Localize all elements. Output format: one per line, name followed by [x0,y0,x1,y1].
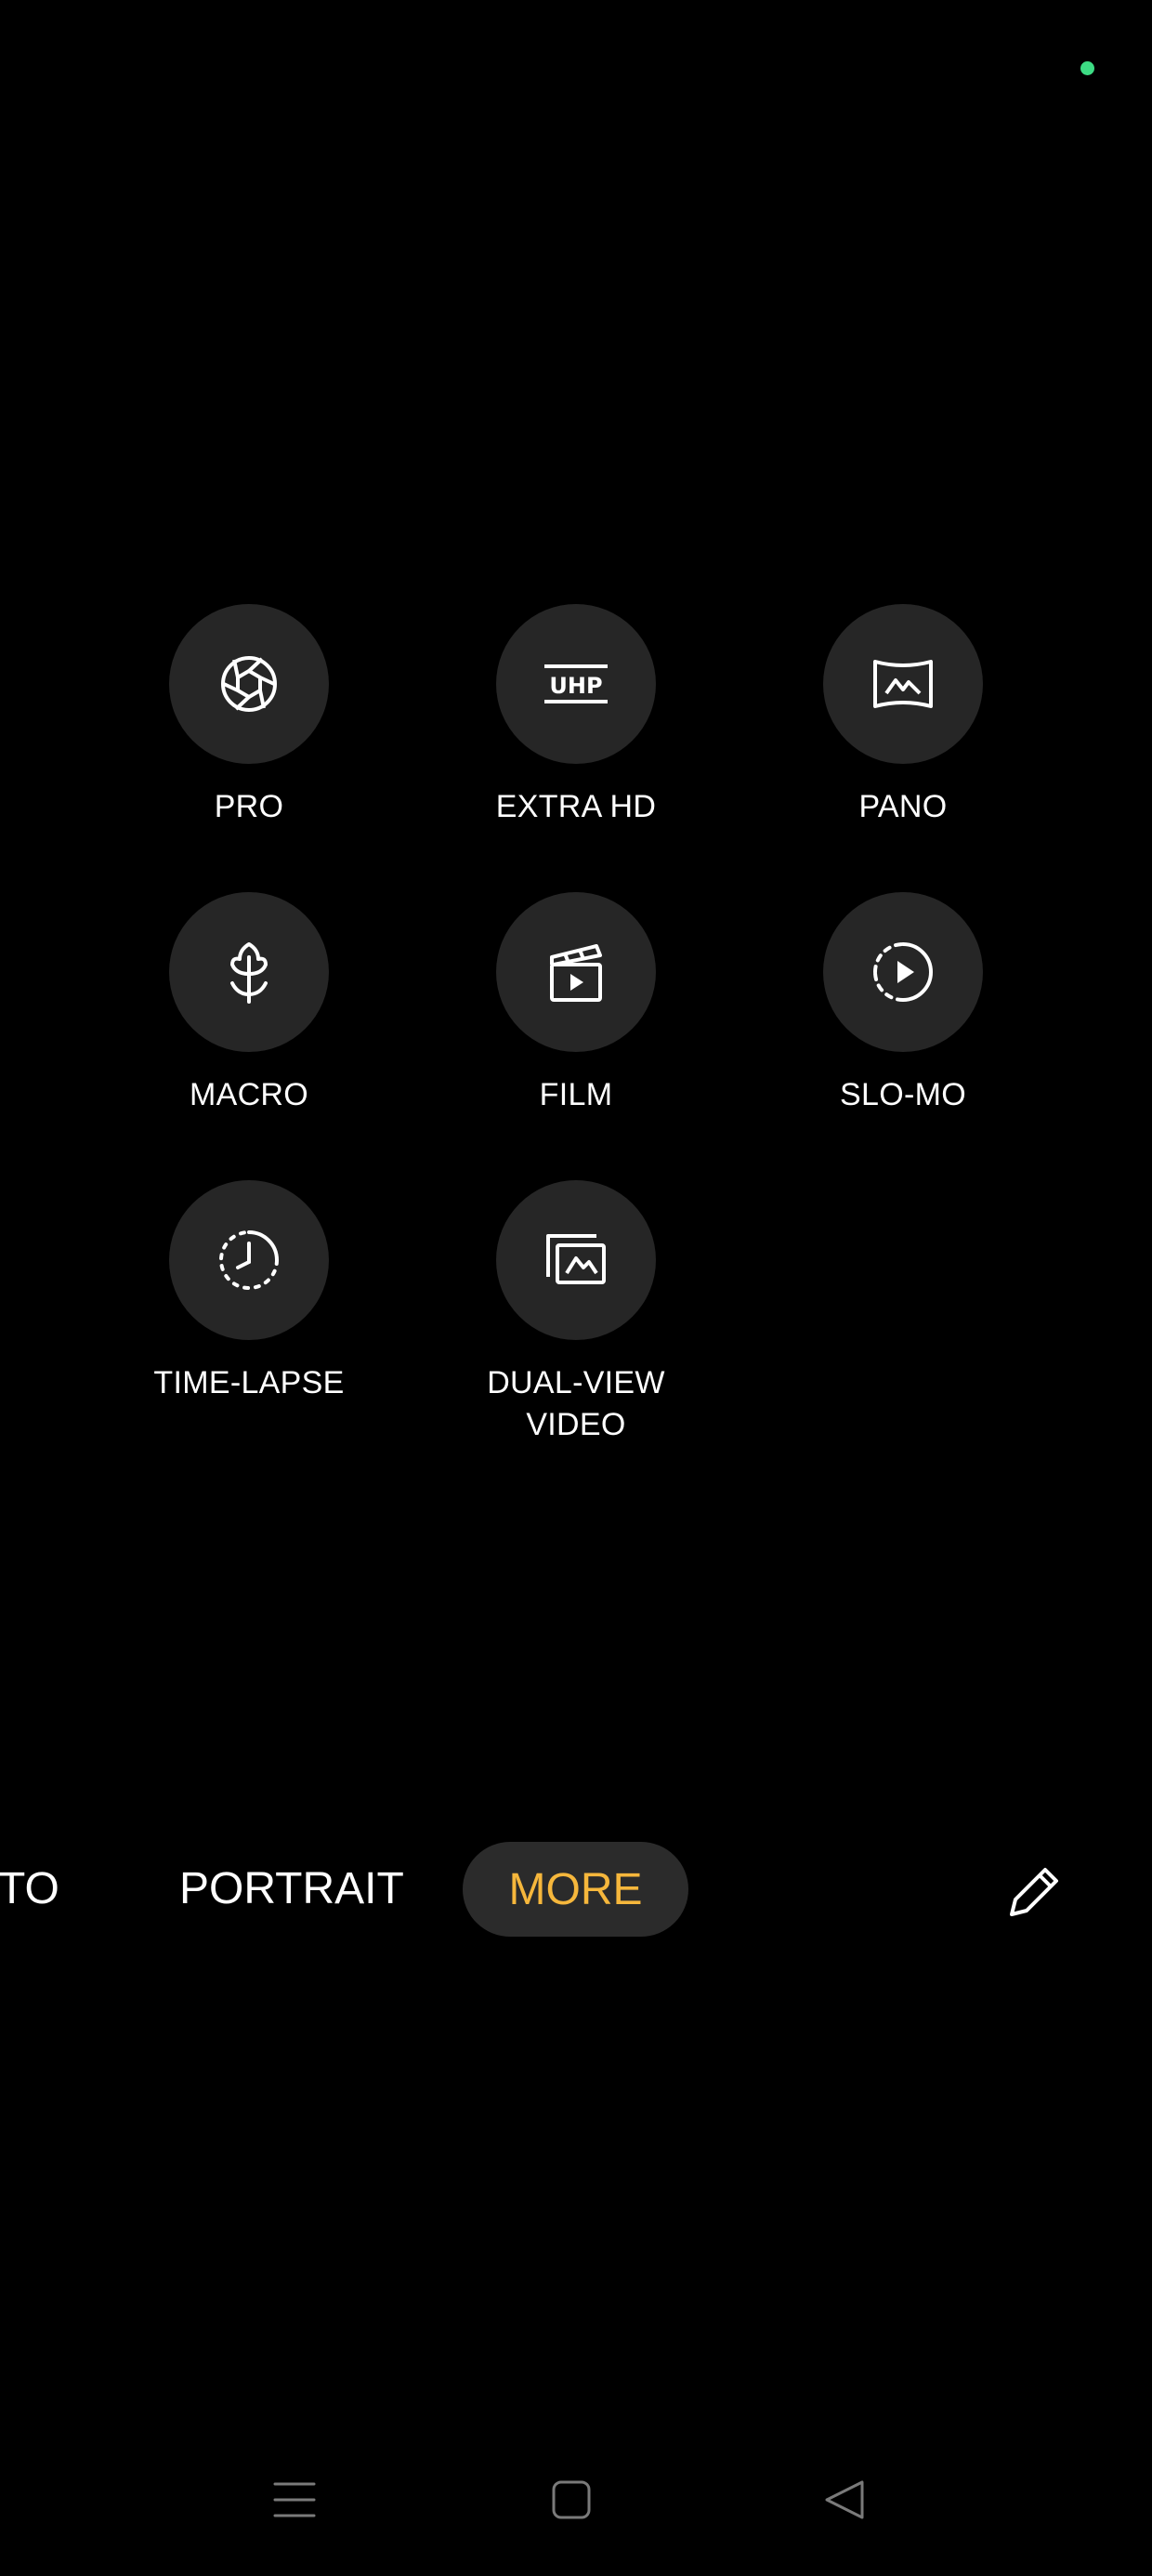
mode-circle[interactable]: UHP [496,604,656,764]
mode-more[interactable]: MORE [463,1842,688,1937]
mode-circle[interactable] [169,1180,329,1340]
mode-label: PRO [214,789,284,824]
mode-circle[interactable] [496,892,656,1052]
mode-tile-pro[interactable]: PRO [110,604,388,828]
mode-circle[interactable] [823,892,983,1052]
mode-circle[interactable] [169,892,329,1052]
clapperboard-icon [550,944,602,1002]
mode-tile-extra-hd[interactable]: UHP EXTRA HD [437,604,715,828]
mode-label: MACRO [189,1077,309,1112]
mode-circle[interactable] [823,604,983,764]
timelapse-icon [219,1230,279,1290]
mode-tile-dual-view-video[interactable]: DUAL-VIEW VIDEO [437,1180,715,1446]
slow-motion-icon [873,942,933,1002]
panorama-icon [873,660,933,708]
svg-text:UHP: UHP [549,673,602,699]
mode-photo[interactable]: TO [0,1863,59,1915]
mode-more-label: MORE [508,1864,643,1914]
mode-tile-macro[interactable]: MACRO [110,892,388,1116]
aperture-icon [221,656,277,712]
mode-tile-film[interactable]: FILM [437,892,715,1116]
flower-icon [230,942,268,1004]
back-icon [825,2480,864,2519]
mode-tile-time-lapse[interactable]: TIME-LAPSE [110,1180,388,1404]
mode-circle[interactable] [496,1180,656,1340]
nav-home-button[interactable] [543,2472,599,2528]
mode-label: FILM [539,1077,613,1112]
mode-label: TIME-LAPSE [153,1365,345,1400]
mode-label: SLO-MO [840,1077,966,1112]
menu-icon [273,2482,316,2517]
uhp-icon: UHP [544,664,608,703]
dual-view-icon [546,1234,606,1284]
edit-modes-button[interactable] [1001,1860,1067,1925]
nav-back-button[interactable] [817,2472,872,2528]
mode-label: PANO [858,789,948,824]
mode-circle[interactable] [169,604,329,764]
mode-label: DUAL-VIEW VIDEO [487,1365,665,1442]
nav-menu-button[interactable] [267,2472,322,2528]
mode-portrait[interactable]: PORTRAIT [179,1863,404,1915]
mode-tile-slo-mo[interactable]: SLO-MO [764,892,1042,1116]
pencil-icon [1010,1868,1058,1916]
mode-tile-pano[interactable]: PANO [764,604,1042,828]
status-indicator-dot [1080,61,1094,75]
mode-label: EXTRA HD [495,789,657,824]
home-icon [552,2480,591,2519]
